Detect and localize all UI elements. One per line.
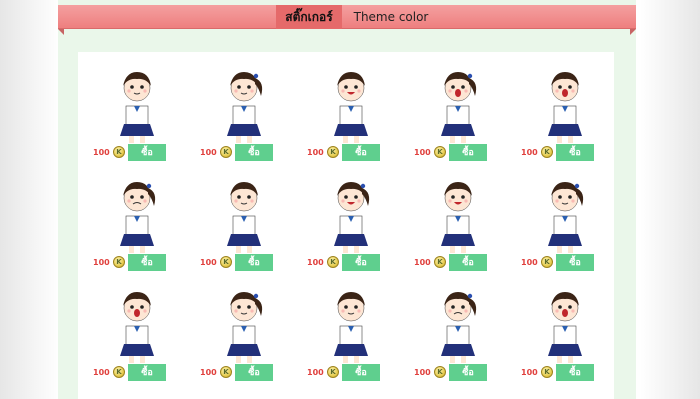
coin-icon: K xyxy=(220,146,232,158)
buy-button[interactable]: ซื้อ xyxy=(449,143,487,161)
tab-bar-fold-right xyxy=(630,29,636,35)
sticker-image[interactable] xyxy=(215,286,273,364)
price-label: 100 xyxy=(521,257,538,267)
price-row: 100 K ซื้อ xyxy=(307,143,399,161)
price-row: 100 K ซื้อ xyxy=(93,143,185,161)
price-row: 100 K ซื้อ xyxy=(307,363,399,381)
price-row: 100 K ซื้อ xyxy=(414,363,506,381)
price-row: 100 K ซื้อ xyxy=(414,253,506,271)
coin-icon: K xyxy=(541,366,553,378)
coin-icon: K xyxy=(327,256,339,268)
sticker-item: 100 K ซื้อ xyxy=(78,52,185,162)
price-row: 100 K ซื้อ xyxy=(200,363,292,381)
price-label: 100 xyxy=(307,147,324,157)
buy-button[interactable]: ซื้อ xyxy=(235,143,273,161)
sticker-item: 100 K ซื้อ xyxy=(185,52,292,162)
sticker-item: 100 K ซื้อ xyxy=(78,272,185,382)
price-label: 100 xyxy=(414,257,431,267)
buy-button[interactable]: ซื้อ xyxy=(128,143,166,161)
price-label: 100 xyxy=(93,367,110,377)
sticker-item: 100 K ซื้อ xyxy=(399,272,506,382)
price-label: 100 xyxy=(200,147,217,157)
coin-icon: K xyxy=(113,256,125,268)
price-label: 100 xyxy=(200,367,217,377)
sticker-image[interactable] xyxy=(108,176,166,254)
buy-button[interactable]: ซื้อ xyxy=(342,363,380,381)
coin-icon: K xyxy=(327,366,339,378)
sticker-item: 100 K ซื้อ xyxy=(506,272,613,382)
sticker-image[interactable] xyxy=(429,66,487,144)
sticker-image[interactable] xyxy=(108,286,166,364)
price-label: 100 xyxy=(93,147,110,157)
buy-button[interactable]: ซื้อ xyxy=(556,143,594,161)
price-label: 100 xyxy=(307,257,324,267)
buy-button[interactable]: ซื้อ xyxy=(449,253,487,271)
price-row: 100 K ซื้อ xyxy=(521,143,613,161)
sticker-item: 100 K ซื้อ xyxy=(506,162,613,272)
sticker-item: 100 K ซื้อ xyxy=(506,52,613,162)
price-label: 100 xyxy=(414,147,431,157)
sticker-image[interactable] xyxy=(215,66,273,144)
coin-icon: K xyxy=(541,256,553,268)
buy-button[interactable]: ซื้อ xyxy=(235,253,273,271)
sticker-image[interactable] xyxy=(215,176,273,254)
sticker-item: 100 K ซื้อ xyxy=(292,272,399,382)
tab-stickers[interactable]: สติ๊กเกอร์ xyxy=(276,5,342,29)
coin-icon: K xyxy=(113,366,125,378)
coin-icon: K xyxy=(220,256,232,268)
coin-icon: K xyxy=(434,366,446,378)
sticker-item: 100 K ซื้อ xyxy=(399,52,506,162)
coin-icon: K xyxy=(434,146,446,158)
sticker-item: 100 K ซื้อ xyxy=(292,52,399,162)
buy-button[interactable]: ซื้อ xyxy=(342,253,380,271)
sticker-grid-container: 100 K ซื้อ 100 K ซื้อ 100 K ซื้อ 100 K ซ… xyxy=(78,52,614,399)
price-row: 100 K ซื้อ xyxy=(307,253,399,271)
buy-button[interactable]: ซื้อ xyxy=(235,363,273,381)
price-row: 100 K ซื้อ xyxy=(521,253,613,271)
price-label: 100 xyxy=(521,367,538,377)
sticker-image[interactable] xyxy=(536,66,594,144)
price-label: 100 xyxy=(414,367,431,377)
sticker-item: 100 K ซื้อ xyxy=(78,162,185,272)
price-label: 100 xyxy=(200,257,217,267)
price-row: 100 K ซื้อ xyxy=(200,253,292,271)
coin-icon: K xyxy=(220,366,232,378)
sticker-image[interactable] xyxy=(322,66,380,144)
buy-button[interactable]: ซื้อ xyxy=(342,143,380,161)
sticker-item: 100 K ซื้อ xyxy=(399,162,506,272)
buy-button[interactable]: ซื้อ xyxy=(449,363,487,381)
coin-icon: K xyxy=(327,146,339,158)
price-row: 100 K ซื้อ xyxy=(93,253,185,271)
sticker-item: 100 K ซื้อ xyxy=(185,162,292,272)
sticker-image[interactable] xyxy=(108,66,166,144)
sticker-image[interactable] xyxy=(429,176,487,254)
price-label: 100 xyxy=(93,257,110,267)
sticker-image[interactable] xyxy=(429,286,487,364)
price-label: 100 xyxy=(307,367,324,377)
tab-theme-color[interactable]: Theme color xyxy=(343,5,439,29)
sticker-item: 100 K ซื้อ xyxy=(292,162,399,272)
sticker-grid: 100 K ซื้อ 100 K ซื้อ 100 K ซื้อ 100 K ซ… xyxy=(78,52,614,382)
price-row: 100 K ซื้อ xyxy=(93,363,185,381)
sticker-item: 100 K ซื้อ xyxy=(185,272,292,382)
coin-icon: K xyxy=(434,256,446,268)
tab-bar-fold-left xyxy=(58,29,64,35)
sticker-image[interactable] xyxy=(322,286,380,364)
price-row: 100 K ซื้อ xyxy=(521,363,613,381)
sticker-image[interactable] xyxy=(536,286,594,364)
buy-button[interactable]: ซื้อ xyxy=(556,253,594,271)
sticker-image[interactable] xyxy=(322,176,380,254)
buy-button[interactable]: ซื้อ xyxy=(128,363,166,381)
sticker-image[interactable] xyxy=(536,176,594,254)
buy-button[interactable]: ซื้อ xyxy=(556,363,594,381)
price-row: 100 K ซื้อ xyxy=(414,143,506,161)
buy-button[interactable]: ซื้อ xyxy=(128,253,166,271)
price-row: 100 K ซื้อ xyxy=(200,143,292,161)
coin-icon: K xyxy=(541,146,553,158)
price-label: 100 xyxy=(521,147,538,157)
coin-icon: K xyxy=(113,146,125,158)
